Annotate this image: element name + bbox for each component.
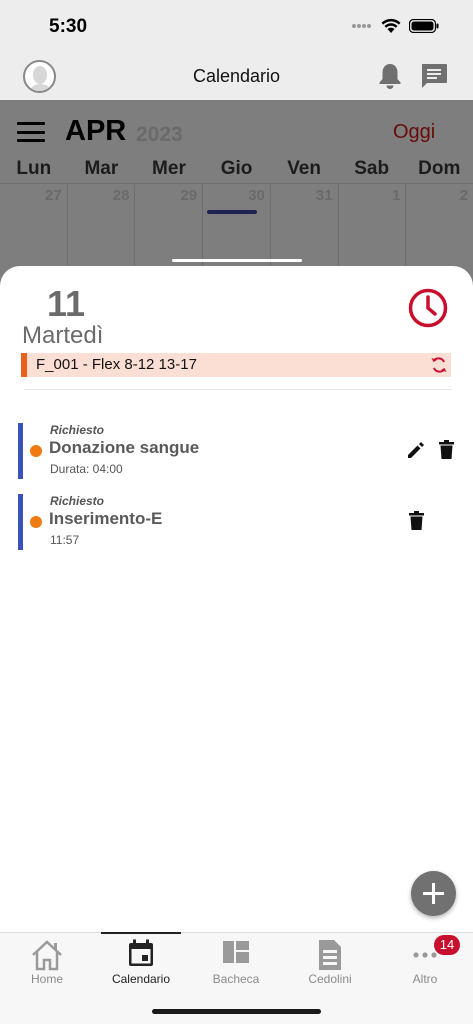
event-item[interactable]: Richiesto Donazione sangue Durata: 04:00 <box>18 423 458 479</box>
wifi-icon <box>381 18 401 33</box>
divider <box>24 389 452 390</box>
tab-bacheca[interactable]: Bacheca <box>189 933 283 991</box>
shift-label: F_001 - Flex 8-12 13-17 <box>36 356 197 373</box>
tab-label: Home <box>30 972 63 986</box>
tab-label: Bacheca <box>212 972 260 986</box>
menu-icon[interactable] <box>17 122 45 142</box>
weekday-header: Lun Mar Mer Gio Ven Sab Dom <box>0 158 473 180</box>
edit-pencil-icon[interactable] <box>406 440 426 460</box>
event-stripe <box>18 494 23 550</box>
weekday-label: Dom <box>418 158 461 179</box>
status-dot <box>30 445 42 457</box>
status-dot <box>30 516 42 528</box>
year-label: 2023 <box>136 123 183 146</box>
bell-icon[interactable] <box>377 62 403 90</box>
selected-day-name: Martedì <box>22 322 104 349</box>
home-indicator[interactable] <box>152 1009 321 1014</box>
day-number: 1 <box>391 187 401 204</box>
shift-bar[interactable]: F_001 - Flex 8-12 13-17 <box>21 353 451 377</box>
tab-cedolini[interactable]: Cedolini <box>283 933 377 991</box>
weekday-label: Sab <box>354 158 390 179</box>
today-button[interactable]: Oggi <box>393 121 435 144</box>
notification-badge: 14 <box>434 935 460 955</box>
status-bar: 5:30 <box>0 0 473 54</box>
current-day-indicator <box>207 210 257 214</box>
payslip-icon <box>319 940 341 970</box>
month-label[interactable]: APR <box>65 115 126 148</box>
tab-label: Calendario <box>111 972 171 986</box>
weekday-label: Ven <box>287 158 321 179</box>
add-button[interactable] <box>411 871 456 916</box>
battery-icon <box>409 19 439 33</box>
tab-label: Altro <box>412 972 438 986</box>
day-number: 31 <box>315 187 333 204</box>
nav-header: Calendario <box>0 54 473 100</box>
event-item[interactable]: Richiesto Inserimento-E 11:57 <box>18 494 458 550</box>
event-title: Donazione sangue <box>49 438 200 457</box>
day-number: 28 <box>112 187 130 204</box>
event-title: Inserimento-E <box>49 509 163 528</box>
event-status: Richiesto <box>50 494 105 508</box>
weekday-label: Mer <box>152 158 186 179</box>
day-number: 27 <box>45 187 62 204</box>
tab-label: Cedolini <box>308 972 352 986</box>
day-number: 2 <box>459 187 469 204</box>
event-detail: 11:57 <box>50 533 80 547</box>
day-detail-sheet: 11 Martedì F_001 - Flex 8-12 13-17 Richi… <box>0 266 473 932</box>
dashboard-icon <box>223 941 249 963</box>
cellular-signal-icon <box>352 24 371 28</box>
event-stripe <box>18 423 23 479</box>
sheet-drag-handle[interactable] <box>172 259 302 262</box>
status-icons <box>351 18 439 34</box>
event-detail: Durata: 04:00 <box>50 462 123 476</box>
tab-home[interactable]: Home <box>0 933 94 991</box>
weekday-label: Mar <box>84 158 119 179</box>
weekday-label: Lun <box>16 158 52 179</box>
home-icon <box>32 940 62 971</box>
selected-day-number: 11 <box>47 283 86 324</box>
day-number: 29 <box>180 187 198 204</box>
clock-icon[interactable] <box>407 287 449 329</box>
weekday-label: Gio <box>220 158 253 179</box>
status-time: 5:30 <box>49 16 88 37</box>
day-number: 30 <box>248 187 265 204</box>
tab-calendario[interactable]: Calendario <box>94 932 188 991</box>
trash-icon[interactable] <box>408 511 425 531</box>
message-icon[interactable] <box>419 62 449 92</box>
trash-icon[interactable] <box>438 440 455 460</box>
sync-icon[interactable] <box>429 355 449 375</box>
calendar-icon <box>129 939 153 966</box>
event-status: Richiesto <box>50 423 105 437</box>
